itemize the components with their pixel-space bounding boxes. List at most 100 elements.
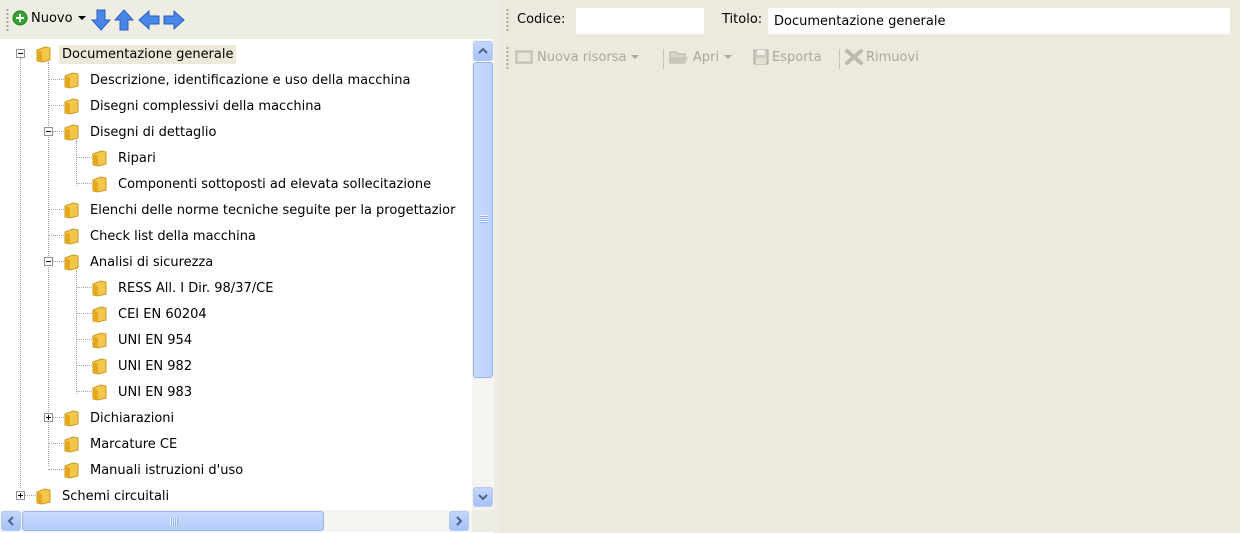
new-resource-label: Nuova risorsa	[537, 49, 627, 65]
tree-node[interactable]: Componenti sottoposti ad elevata solleci…	[92, 171, 434, 197]
tree-node[interactable]: Analisi di sicurezza	[64, 249, 216, 275]
move-right-button[interactable]	[163, 10, 185, 30]
chevron-down-icon	[631, 55, 640, 59]
tree-node-label: Descrizione, identificazione e uso della…	[90, 72, 411, 88]
horizontal-scrollbar[interactable]	[0, 510, 472, 532]
move-down-button[interactable]	[91, 9, 111, 31]
tree-node[interactable]: Dichiarazioni	[64, 405, 177, 431]
tree-node-label: UNI EN 982	[118, 358, 193, 374]
move-left-button[interactable]	[138, 10, 160, 30]
tree-node-label: Componenti sottoposti ad elevata solleci…	[118, 176, 432, 192]
remove-button[interactable]: Rimuovi	[845, 49, 919, 65]
folder-icon	[64, 227, 79, 245]
tree-pane: Nuovo Documentazione generale Descrizion…	[0, 0, 497, 533]
title-label: Titolo:	[722, 12, 763, 27]
chevron-up-icon	[478, 47, 488, 54]
tree-node-label: Analisi di sicurezza	[90, 254, 214, 270]
tree-node-label: Dichiarazioni	[90, 410, 175, 426]
tree-node-label: Documentazione generale	[59, 44, 237, 64]
vertical-scroll-thumb[interactable]	[473, 62, 493, 378]
detail-pane: Codice: Titolo: Nuova risorsa Apri Espor	[500, 0, 1240, 533]
open-folder-icon	[669, 51, 688, 64]
folder-icon	[64, 201, 79, 219]
folder-icon	[36, 45, 51, 63]
folder-icon	[92, 175, 107, 193]
folder-icon	[64, 71, 79, 89]
toolbar-grip[interactable]	[6, 8, 9, 32]
resource-toolbar: Nuova risorsa Apri Esporta Rimuovi	[500, 43, 1240, 73]
open-button[interactable]: Apri	[669, 49, 733, 65]
tree-node-label: Ripari	[118, 150, 156, 166]
folder-icon	[64, 409, 79, 427]
scroll-up-button[interactable]	[473, 41, 493, 61]
folder-icon	[64, 253, 79, 271]
tree-node-label: Schemi circuitali	[62, 488, 170, 504]
folder-icon	[92, 149, 107, 167]
arrow-up-icon	[114, 9, 134, 31]
scrollbar-corner	[472, 510, 494, 532]
tree-node-label: RESS All. I Dir. 98/37/CE	[118, 280, 274, 296]
folder-icon	[64, 123, 79, 141]
add-circle-icon	[12, 10, 28, 26]
arrow-right-icon	[163, 10, 185, 30]
folder-icon	[92, 305, 107, 323]
toolbar-grip[interactable]	[506, 46, 509, 70]
new-button-label: Nuovo	[31, 10, 73, 26]
tree-node[interactable]: Schemi circuitali	[36, 483, 172, 509]
toolbar-grip[interactable]	[506, 8, 509, 32]
move-up-button[interactable]	[114, 9, 134, 31]
scroll-down-button[interactable]	[473, 487, 493, 507]
tree-node-label: CEI EN 60204	[118, 306, 207, 322]
tree-node-label: Manuali istruzioni d'uso	[90, 462, 244, 478]
tree-node[interactable]: Check list della macchina	[64, 223, 259, 249]
tree-node[interactable]: Manuali istruzioni d'uso	[64, 457, 246, 483]
tree-toolbar: Nuovo	[0, 0, 497, 40]
tree-node-label: Disegni di dettaglio	[90, 124, 217, 140]
collapse-toggle[interactable]	[44, 257, 53, 266]
folder-icon	[92, 357, 107, 375]
tree-node[interactable]: Disegni di dettaglio	[64, 119, 219, 145]
export-label: Esporta	[772, 49, 822, 65]
title-input[interactable]	[768, 8, 1230, 34]
folder-icon	[64, 461, 79, 479]
chevron-down-icon	[77, 16, 86, 20]
tree-node[interactable]: RESS All. I Dir. 98/37/CE	[92, 275, 276, 301]
save-icon	[753, 49, 769, 65]
tree-node[interactable]: Elenchi delle norme tecniche seguite per…	[64, 197, 458, 223]
expand-toggle[interactable]	[44, 413, 53, 422]
tree-node[interactable]: Documentazione generale	[36, 41, 237, 67]
new-dropdown-button[interactable]: Nuovo	[12, 10, 86, 26]
chevron-right-icon	[456, 516, 463, 526]
tree-node[interactable]: UNI EN 983	[92, 379, 195, 405]
export-button[interactable]: Esporta	[753, 49, 822, 65]
header-bar: Codice: Titolo:	[500, 0, 1240, 40]
scroll-right-button[interactable]	[449, 511, 469, 531]
tree-node[interactable]: UNI EN 982	[92, 353, 195, 379]
tree-node[interactable]: CEI EN 60204	[92, 301, 210, 327]
tree-node-label: Elenchi delle norme tecniche seguite per…	[90, 202, 456, 218]
folder-icon	[64, 435, 79, 453]
folder-icon	[92, 331, 107, 349]
tree-node[interactable]: Descrizione, identificazione e uso della…	[64, 67, 413, 93]
tree-node-label: Check list della macchina	[90, 228, 256, 244]
collapse-toggle[interactable]	[44, 127, 53, 136]
code-input[interactable]	[576, 8, 704, 34]
tree-node[interactable]: UNI EN 954	[92, 327, 195, 353]
tree-node-label: Marcature CE	[90, 436, 178, 452]
collapse-toggle[interactable]	[16, 49, 25, 58]
arrow-down-icon	[91, 9, 111, 31]
horizontal-scroll-thumb[interactable]	[22, 511, 324, 531]
tree-node[interactable]: Ripari	[92, 145, 159, 171]
tree-node[interactable]: Marcature CE	[64, 431, 180, 457]
folder-tree[interactable]: Documentazione generale Descrizione, ide…	[0, 40, 472, 510]
folder-icon	[92, 279, 107, 297]
expand-toggle[interactable]	[16, 491, 25, 500]
tree-node-label: UNI EN 954	[118, 332, 193, 348]
new-resource-button[interactable]: Nuova risorsa	[515, 49, 640, 65]
scroll-left-button[interactable]	[1, 511, 21, 531]
vertical-scrollbar[interactable]	[472, 40, 494, 510]
chevron-down-icon	[478, 494, 488, 501]
chevron-down-icon	[724, 55, 733, 59]
tree-node[interactable]: Disegni complessivi della macchina	[64, 93, 324, 119]
tree-node-label: UNI EN 983	[118, 384, 193, 400]
